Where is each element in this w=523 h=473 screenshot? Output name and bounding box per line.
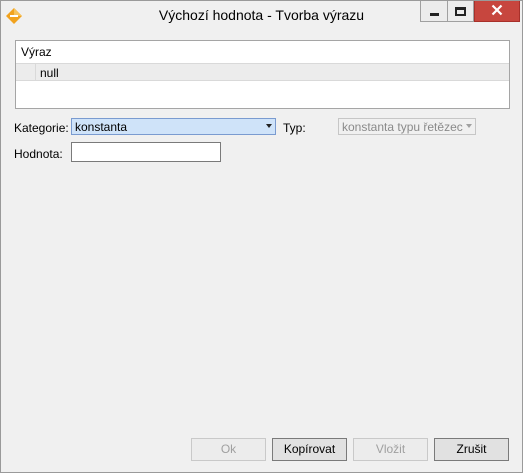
minimize-button[interactable] [420,1,447,22]
title-bar[interactable]: Výchozí hodnota - Tvorba výrazu [1,1,522,31]
expression-grid[interactable]: Výraz null [15,40,510,109]
expression-value: null [40,66,59,80]
maximize-icon [455,6,466,16]
minimize-icon [429,12,439,16]
row-indicator [16,64,36,80]
close-button[interactable] [474,1,520,22]
value-input[interactable] [71,142,221,162]
category-label: Kategorie: [14,121,69,135]
expression-row[interactable]: null [16,63,509,81]
chevron-down-icon [466,124,472,128]
ok-button[interactable]: Ok [191,438,266,461]
category-value: konstanta [75,120,128,134]
type-select[interactable]: konstanta typu řetězec [338,118,476,135]
chevron-down-icon [266,124,272,128]
category-select[interactable]: konstanta [71,118,276,135]
dialog-window: Výchozí hodnota - Tvorba výrazu Výraz nu… [0,0,523,473]
type-label: Typ: [283,121,306,135]
maximize-button[interactable] [447,1,474,22]
type-value: konstanta typu řetězec [342,120,463,134]
cancel-button[interactable]: Zrušit [434,438,509,461]
copy-button[interactable]: Kopírovat [272,438,347,461]
value-label: Hodnota: [14,147,63,161]
insert-button[interactable]: Vložit [353,438,428,461]
expression-header: Výraz [21,45,52,59]
close-icon [491,4,503,19]
